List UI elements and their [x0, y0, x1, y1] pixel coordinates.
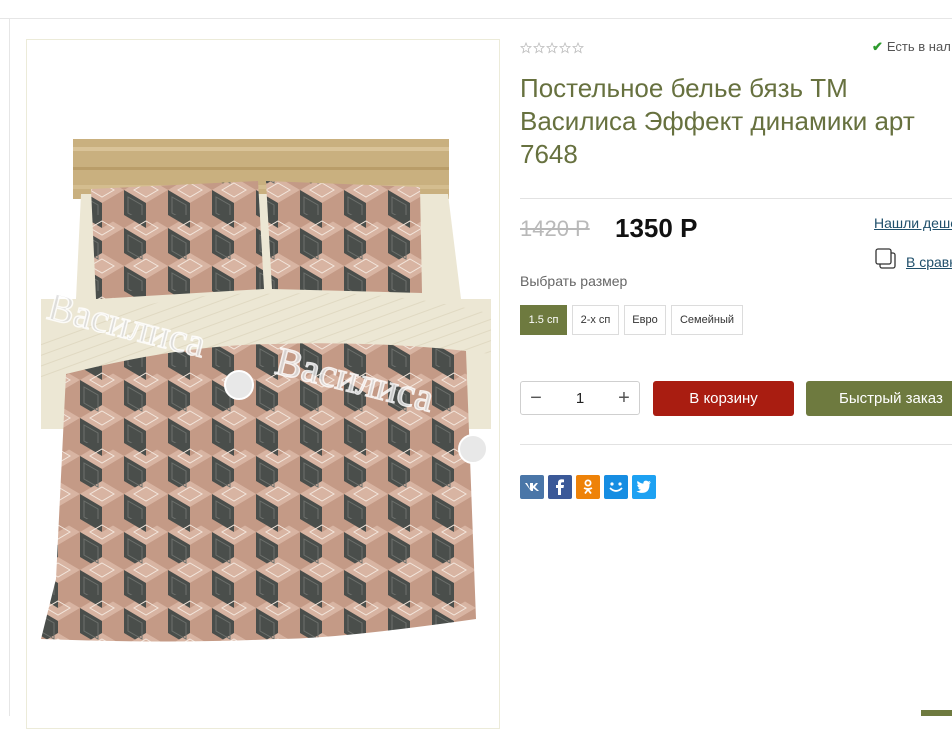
size-options: 1.5 сп 2-х сп Евро Семейный — [520, 305, 743, 335]
rating-stars[interactable] — [519, 41, 585, 54]
stock-label: Есть в нал — [886, 39, 951, 54]
divider — [520, 444, 952, 445]
fast-order-button[interactable]: Быстрый заказ — [806, 381, 952, 416]
social-share — [520, 475, 656, 499]
compare-link[interactable]: В сравн — [874, 247, 952, 276]
product-image[interactable]: Василиса Василиса — [36, 139, 493, 647]
divider — [520, 198, 952, 199]
moimir-icon[interactable] — [604, 475, 628, 499]
size-option-1-5[interactable]: 1.5 сп — [520, 305, 567, 335]
product-image-frame[interactable]: Василиса Василиса — [26, 39, 500, 729]
left-border — [9, 18, 10, 716]
star-icon[interactable] — [571, 41, 585, 54]
found-cheaper-link[interactable]: Нашли деше — [874, 215, 952, 231]
compare-label[interactable]: В сравн — [906, 254, 952, 270]
scroll-up-tab[interactable] — [921, 710, 952, 716]
star-icon[interactable] — [545, 41, 559, 54]
stock-status: ✔ Есть в нал — [872, 39, 951, 55]
current-price: 1350 Р — [615, 213, 698, 243]
facebook-icon[interactable] — [548, 475, 572, 499]
star-icon[interactable] — [532, 41, 546, 54]
old-price: 1420 Р — [520, 216, 590, 241]
product-title: Постельное белье бязь ТМ Василиса Эффект… — [520, 73, 915, 169]
compare-icon[interactable] — [874, 247, 898, 276]
plus-button[interactable]: + — [609, 382, 639, 414]
size-option-family[interactable]: Семейный — [671, 305, 743, 335]
top-border — [0, 18, 952, 19]
minus-button[interactable]: − — [521, 382, 551, 414]
quantity-stepper: − 1 + — [520, 381, 640, 415]
check-icon: ✔ — [872, 39, 883, 54]
size-option-2[interactable]: 2-х сп — [572, 305, 619, 335]
twitter-icon[interactable] — [632, 475, 656, 499]
star-icon[interactable] — [558, 41, 572, 54]
size-label: Выбрать размер — [520, 273, 628, 289]
vk-icon[interactable] — [520, 475, 544, 499]
add-to-cart-button[interactable]: В корзину — [653, 381, 794, 416]
size-option-euro[interactable]: Евро — [624, 305, 666, 335]
quantity-input[interactable]: 1 — [551, 390, 609, 407]
odnoklassniki-icon[interactable] — [576, 475, 600, 499]
star-icon[interactable] — [519, 41, 533, 54]
